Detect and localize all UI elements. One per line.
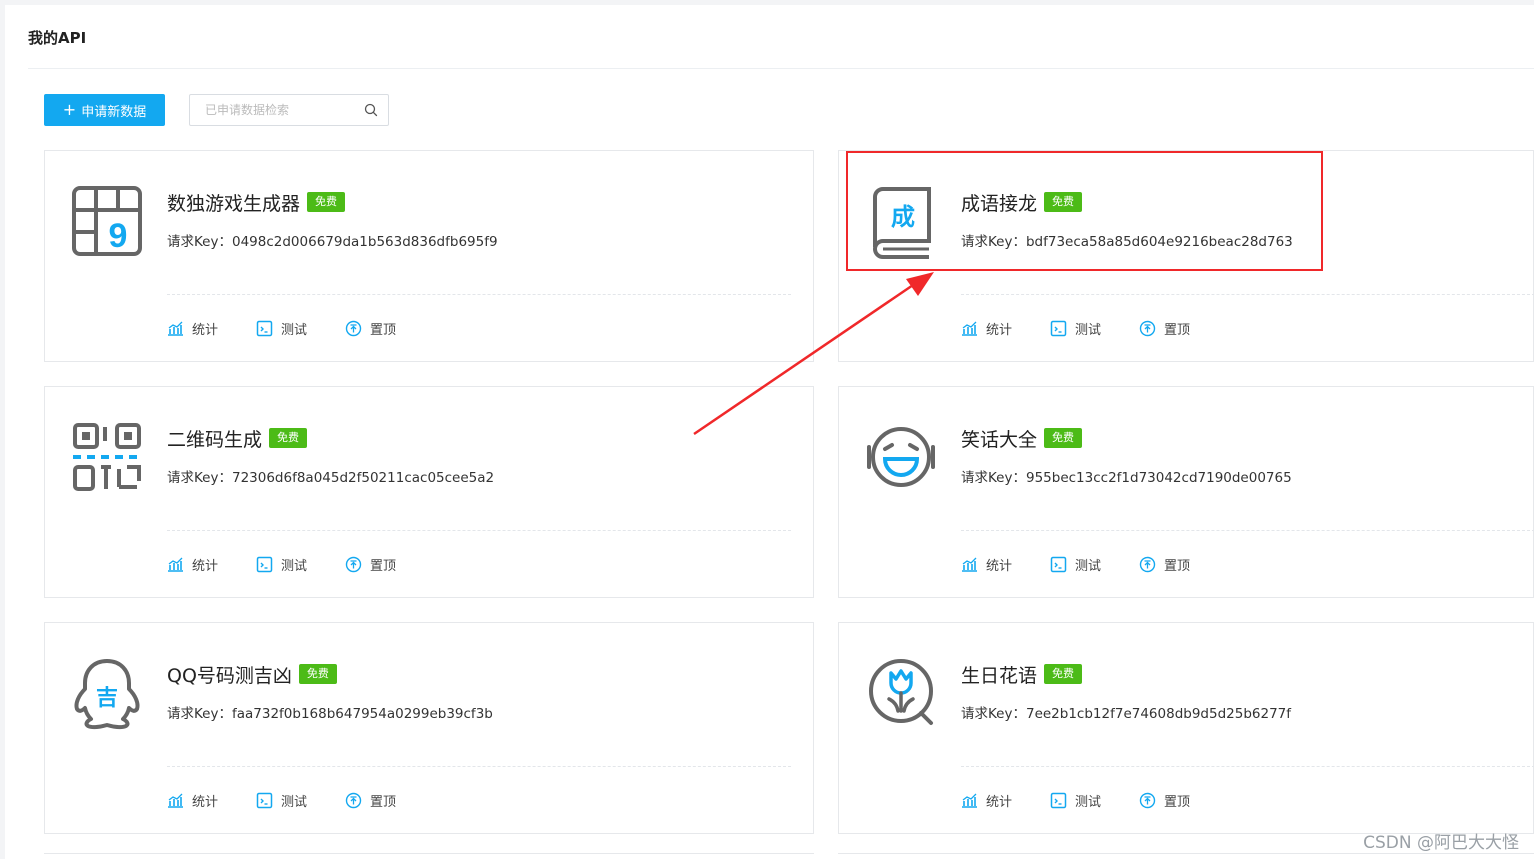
pin-top-button[interactable]: 置顶: [1139, 319, 1190, 338]
free-badge: 免费: [1044, 664, 1083, 684]
terminal-icon: [256, 320, 273, 337]
request-key-value: 0498c2d006679da1b563d836dfb695f9: [231, 234, 498, 250]
test-button[interactable]: 测试: [256, 319, 307, 338]
card-divider: [961, 766, 1534, 767]
svg-text:9: 9: [109, 217, 128, 255]
request-key-value: 72306d6f8a045d2f50211cac05cee5a2: [231, 470, 495, 486]
request-key: 请求Key：72306d6f8a045d2f50211cac05cee5a2: [167, 470, 495, 486]
qr-code-icon: [73, 423, 141, 491]
watermark: CSDN @阿巴大大怪: [1363, 833, 1519, 853]
birthday-flower-icon: [869, 659, 933, 725]
request-key-value: 7ee2b1cb12f7e74608db9d5d25b6277f: [1025, 706, 1292, 722]
stats-button[interactable]: 统计: [961, 791, 1012, 810]
pin-top-icon: [345, 792, 362, 809]
request-key: 请求Key：955bec13cc2f1d73042cd7190de00765: [961, 470, 1292, 486]
card-divider: [167, 530, 791, 531]
pin-top-icon: [1139, 792, 1156, 809]
stats-button[interactable]: 统计: [167, 319, 218, 338]
free-badge: 免费: [269, 428, 308, 448]
stats-button[interactable]: 统计: [167, 791, 218, 810]
api-card: 吉 QQ号码测吉凶 免费 请求Key：faa732f0b168b647954a0…: [44, 622, 814, 834]
test-button[interactable]: 测试: [1050, 791, 1101, 810]
chart-icon: [962, 793, 977, 808]
terminal-icon: [1050, 320, 1067, 337]
search-input[interactable]: [205, 95, 365, 125]
request-key-value: faa732f0b168b647954a0299eb39cf3b: [231, 706, 493, 722]
pin-top-icon: [1139, 556, 1156, 573]
test-button[interactable]: 测试: [1050, 319, 1101, 338]
api-card: 9 数独游戏生成器 免费 请求Key：0498c2d006679da1b563d…: [44, 150, 814, 362]
plus-icon: +: [62, 100, 77, 119]
free-badge: 免费: [307, 192, 346, 212]
pin-top-button[interactable]: 置顶: [1139, 791, 1190, 810]
api-name: 二维码生成: [167, 428, 263, 451]
pin-top-button[interactable]: 置顶: [1139, 555, 1190, 574]
stats-button[interactable]: 统计: [167, 555, 218, 574]
card-divider: [167, 294, 791, 295]
chart-icon: [168, 793, 183, 808]
title-divider: [28, 68, 1534, 69]
api-name: 生日花语: [961, 664, 1038, 687]
search-icon[interactable]: [364, 103, 378, 117]
next-card-edge: [44, 853, 814, 859]
api-name: QQ号码测吉凶: [167, 664, 292, 687]
stats-button[interactable]: 统计: [961, 555, 1012, 574]
free-badge: 免费: [1044, 428, 1083, 448]
request-key: 请求Key：7ee2b1cb12f7e74608db9d5d25b6277f: [961, 706, 1292, 722]
api-name: 笑话大全: [961, 428, 1038, 451]
terminal-icon: [1050, 792, 1067, 809]
pin-top-icon: [1139, 320, 1156, 337]
chart-icon: [962, 557, 977, 572]
pin-top-button[interactable]: 置顶: [345, 791, 396, 810]
card-divider: [961, 294, 1534, 295]
terminal-icon: [256, 556, 273, 573]
api-card: 生日花语 免费 请求Key：7ee2b1cb12f7e74608db9d5d25…: [838, 622, 1534, 834]
test-button[interactable]: 测试: [256, 555, 307, 574]
pin-top-button[interactable]: 置顶: [345, 555, 396, 574]
apply-new-data-button[interactable]: + 申请新数据: [44, 94, 165, 126]
pin-top-icon: [345, 320, 362, 337]
terminal-icon: [256, 792, 273, 809]
sudoku-icon: 9: [72, 186, 142, 256]
left-border: [0, 0, 5, 859]
pin-top-icon: [345, 556, 362, 573]
api-card: 笑话大全 免费 请求Key：955bec13cc2f1d73042cd7190d…: [838, 386, 1534, 598]
card-divider: [961, 530, 1534, 531]
laughing-face-icon: [867, 427, 935, 487]
page-title: 我的API: [28, 29, 87, 47]
request-key: 请求Key：faa732f0b168b647954a0299eb39cf3b: [167, 706, 493, 722]
search-box[interactable]: [189, 94, 389, 126]
top-border: [0, 0, 1534, 5]
chart-icon: [168, 321, 183, 336]
highlight-box: [846, 151, 1323, 271]
free-badge: 免费: [298, 664, 337, 684]
card-divider: [167, 766, 791, 767]
stats-button[interactable]: 统计: [961, 319, 1012, 338]
terminal-icon: [1050, 556, 1067, 573]
test-button[interactable]: 测试: [1050, 555, 1101, 574]
pin-top-button[interactable]: 置顶: [345, 319, 396, 338]
chart-icon: [962, 321, 977, 336]
next-card-edge: [838, 853, 1534, 859]
test-button[interactable]: 测试: [256, 791, 307, 810]
api-name: 数独游戏生成器: [167, 192, 301, 215]
qq-fortune-icon: 吉: [74, 659, 140, 730]
request-key: 请求Key：0498c2d006679da1b563d836dfb695f9: [167, 234, 498, 250]
request-key-value: 955bec13cc2f1d73042cd7190de00765: [1025, 470, 1292, 486]
svg-text:吉: 吉: [96, 685, 118, 711]
api-card: 二维码生成 免费 请求Key：72306d6f8a045d2f50211cac0…: [44, 386, 814, 598]
chart-icon: [168, 557, 183, 572]
apply-button-label: 申请新数据: [81, 104, 147, 120]
